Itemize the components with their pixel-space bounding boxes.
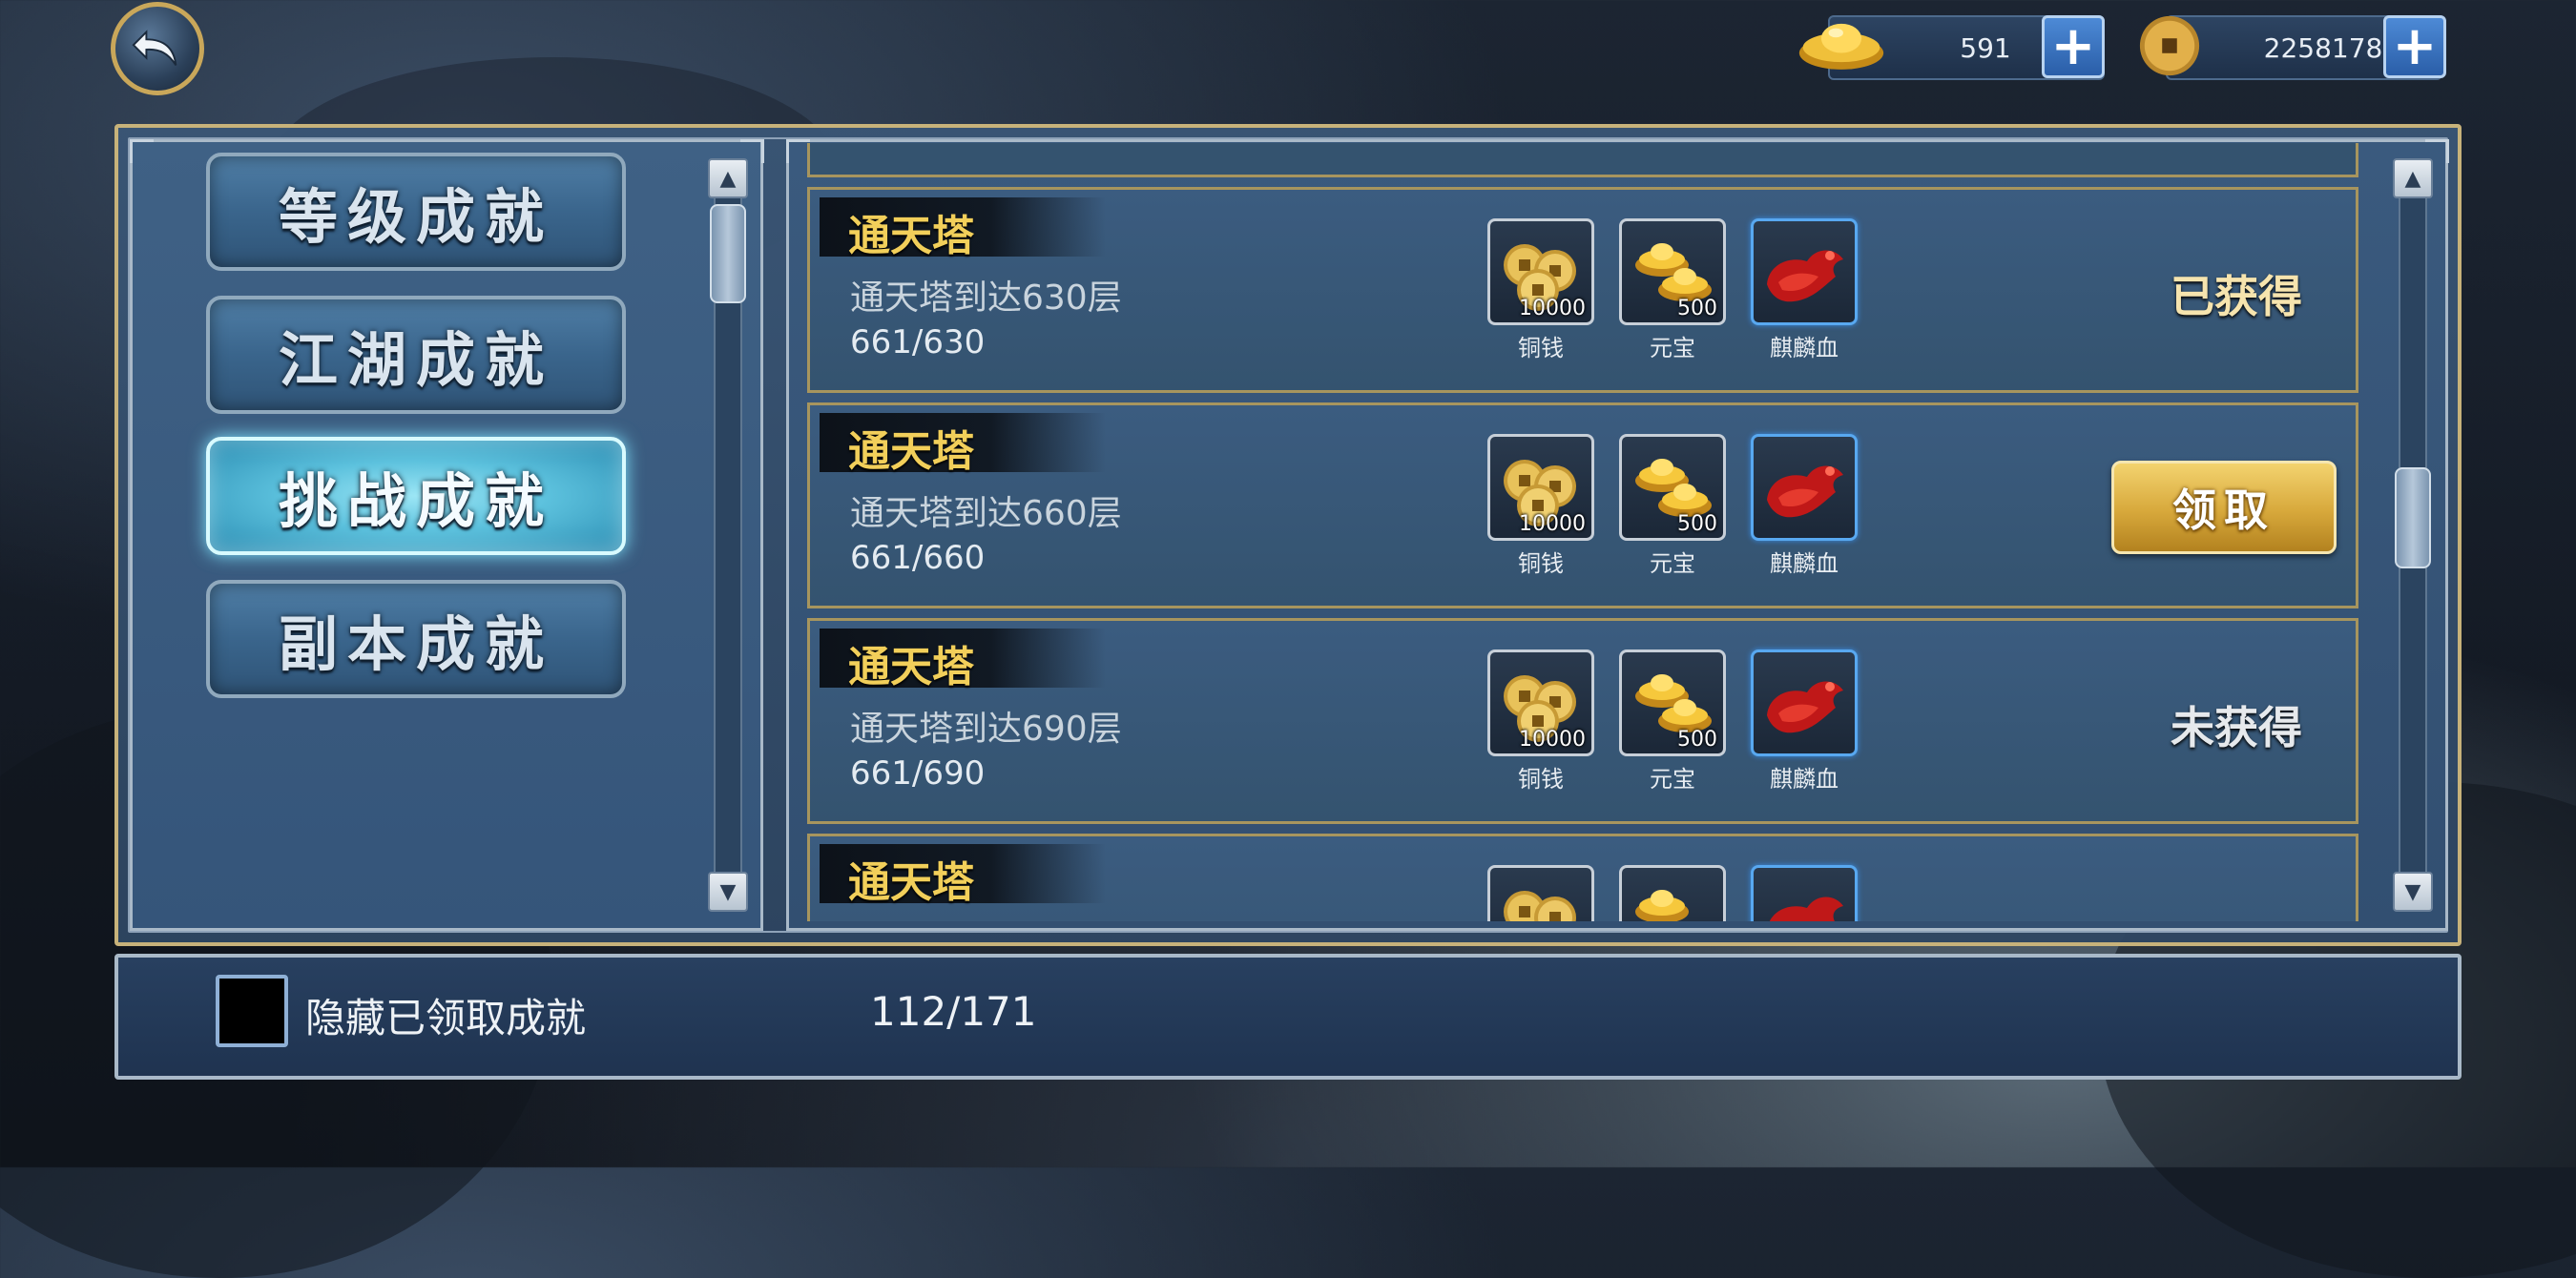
reward-copper-coins[interactable]: 10000 (1487, 218, 1594, 325)
reward-name: 麒麟血 (1770, 335, 1839, 361)
status-obtained: 已获得 (2171, 271, 2302, 322)
reward-name: 元宝 (1650, 766, 1695, 793)
frame-corner (130, 139, 154, 163)
list-item: 通天塔 通天塔到达630层 661/630 10000 铜钱 500 元宝 麒麟… (807, 187, 2358, 393)
category-dungeon-achievement[interactable]: 副本成就 (206, 580, 626, 698)
gold-ingot-icon (1798, 23, 1884, 70)
achievement-title: 通天塔 (848, 212, 974, 260)
hide-claimed-label: 隐藏已领取成就 (305, 995, 587, 1041)
achievement-scroll-up-button[interactable]: ▲ (2393, 158, 2433, 198)
reward-name: 铜钱 (1518, 766, 1564, 793)
back-arrow-icon (132, 30, 177, 66)
hide-claimed-checkbox[interactable] (216, 975, 288, 1047)
qilin-blood-icon (1770, 897, 1843, 921)
reward-qilin-blood[interactable] (1751, 218, 1858, 325)
back-button[interactable] (111, 2, 204, 95)
add-coin-button[interactable]: + (2383, 15, 2446, 78)
achievement-title: 通天塔 (848, 858, 974, 907)
reward-name: 铜钱 (1518, 550, 1564, 577)
reward-gold-ingot[interactable]: 500 (1619, 649, 1726, 756)
achievement-scroll-down-button[interactable]: ▼ (2393, 872, 2433, 912)
achievement-title: 通天塔 (848, 643, 974, 691)
achievement-scroll-thumb[interactable] (2395, 467, 2431, 568)
category-scroll-down-button[interactable]: ▼ (708, 872, 748, 912)
copper-coins-icon (1504, 891, 1576, 921)
reward-quantity: 500 (1677, 297, 1717, 320)
reward-quantity: 10000 (1519, 728, 1586, 752)
category-challenge-achievement[interactable]: 挑战成就 (206, 437, 626, 555)
reward-name: 铜钱 (1518, 335, 1564, 361)
list-item: 通天塔 (807, 834, 2358, 921)
achievement-description: 通天塔到达660层 (850, 494, 1122, 533)
reward-copper-coins[interactable]: 10000 (1487, 434, 1594, 541)
achievement-description: 通天塔到达630层 (850, 278, 1122, 318)
achievement-description: 通天塔到达690层 (850, 710, 1122, 749)
reward-copper-coins[interactable]: 10000 (1487, 649, 1594, 756)
achievement-progress: 661/630 (850, 323, 986, 361)
reward-name: 元宝 (1650, 335, 1695, 361)
reward-copper-coins[interactable] (1487, 865, 1594, 921)
reward-quantity: 10000 (1519, 297, 1586, 320)
copper-coin-icon (2139, 15, 2200, 76)
reward-gold-ingot[interactable] (1619, 865, 1726, 921)
claim-button[interactable]: 领取 (2111, 461, 2337, 554)
category-jianghu-achievement[interactable]: 江湖成就 (206, 296, 626, 414)
category-scroll-thumb[interactable] (710, 204, 746, 303)
reward-qilin-blood[interactable] (1751, 434, 1858, 541)
reward-gold-ingot[interactable]: 500 (1619, 434, 1726, 541)
achievement-list: 通天塔 通天塔到达630层 661/630 10000 铜钱 500 元宝 麒麟… (786, 143, 2389, 921)
reward-quantity: 500 (1677, 728, 1717, 752)
category-scroll-up-button[interactable]: ▲ (708, 158, 748, 198)
qilin-blood-icon (1767, 681, 1843, 733)
reward-name: 麒麟血 (1770, 550, 1839, 577)
reward-quantity: 10000 (1519, 512, 1586, 536)
achievement-progress: 661/660 (850, 539, 986, 577)
qilin-blood-icon (1767, 250, 1843, 302)
qilin-blood-icon (1767, 465, 1843, 518)
list-item: 通天塔 通天塔到达660层 661/660 10000 铜钱 500 元宝 麒麟… (807, 402, 2358, 608)
reward-name: 麒麟血 (1770, 766, 1839, 793)
add-gold-button[interactable]: + (2042, 15, 2105, 78)
status-not-obtained: 未获得 (2171, 702, 2302, 753)
gold-ingot-icon (1635, 890, 1689, 921)
reward-qilin-blood[interactable] (1751, 649, 1858, 756)
reward-qilin-blood[interactable] (1751, 865, 1858, 921)
achievement-progress: 661/690 (850, 754, 986, 793)
achievement-title: 通天塔 (848, 427, 974, 476)
category-level-achievement[interactable]: 等级成就 (206, 153, 626, 271)
achievement-count: 112/171 (870, 988, 1037, 1035)
reward-gold-ingot[interactable]: 500 (1619, 218, 1726, 325)
reward-quantity: 500 (1677, 512, 1717, 536)
reward-name: 元宝 (1650, 550, 1695, 577)
list-item: 通天塔 通天塔到达690层 661/690 10000 铜钱 500 元宝 麒麟… (807, 618, 2358, 824)
